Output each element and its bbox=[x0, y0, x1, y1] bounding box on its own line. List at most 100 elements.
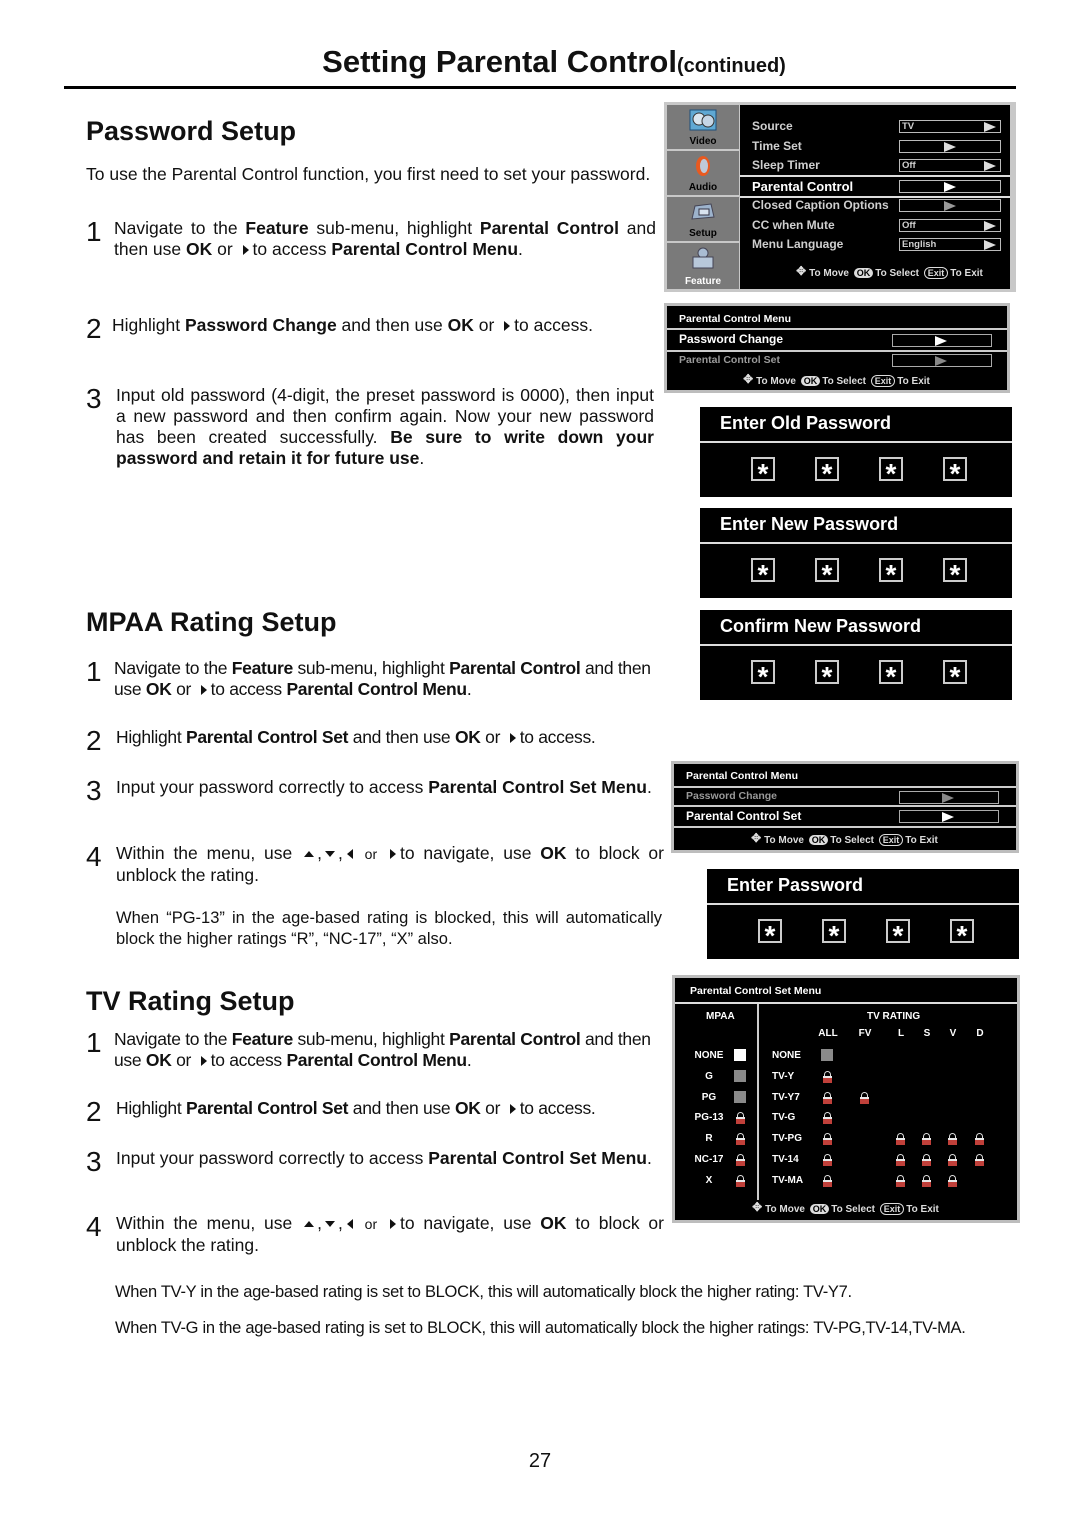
menu-item-cc-when-mute[interactable]: CC when Mute Off bbox=[740, 216, 1010, 235]
lock-icon[interactable] bbox=[896, 1154, 905, 1166]
lock-body bbox=[823, 1075, 832, 1083]
lock-icon[interactable] bbox=[823, 1070, 832, 1083]
menu-item-password-change[interactable]: Password Change bbox=[667, 332, 1007, 350]
setup-icon bbox=[691, 203, 715, 220]
divider bbox=[674, 826, 1016, 828]
tv-rating-header: TV RATING bbox=[867, 1011, 921, 1022]
menu-item-closed-caption[interactable]: Closed Caption Options bbox=[740, 196, 1010, 215]
confirm-new-password-dialog: Confirm New Password * * * * bbox=[700, 610, 1012, 700]
lock-icon[interactable] bbox=[736, 1174, 745, 1187]
step-number: 1 bbox=[86, 656, 102, 687]
dialog-title: Confirm New Password bbox=[720, 616, 922, 636]
tv-column-header: V bbox=[949, 1028, 957, 1039]
value-box bbox=[899, 180, 1001, 193]
mpaa-header: MPAA bbox=[706, 1011, 735, 1022]
lock-icon[interactable] bbox=[823, 1112, 832, 1125]
menu-item-menu-language[interactable]: Menu Language English bbox=[740, 235, 1010, 254]
mpaa-rating-label: R bbox=[705, 1133, 713, 1145]
right-arrow-icon bbox=[504, 321, 511, 331]
lock-icon[interactable] bbox=[736, 1154, 745, 1166]
lock-icon[interactable] bbox=[823, 1174, 832, 1187]
lock-icon[interactable] bbox=[948, 1174, 957, 1187]
password-digit-2[interactable]: * bbox=[815, 457, 839, 489]
tab-feature[interactable]: Feature bbox=[667, 243, 739, 289]
lock-icon[interactable] bbox=[736, 1112, 745, 1125]
step-text: Navigate to the Feature sub-menu, highli… bbox=[114, 218, 656, 259]
tv-note-2: When TV-G in the age-based rating is set… bbox=[115, 1319, 966, 1337]
lock-icon[interactable] bbox=[860, 1091, 869, 1104]
password-digit-3[interactable]: * bbox=[886, 919, 910, 951]
ok-key-icon: OK bbox=[809, 1204, 830, 1214]
lock-icon[interactable] bbox=[922, 1133, 931, 1146]
step-number: 3 bbox=[86, 775, 102, 806]
mpaa-rating-label: X bbox=[705, 1174, 713, 1186]
menu-item-sleep-timer[interactable]: Sleep Timer Off bbox=[740, 156, 1010, 175]
divider bbox=[700, 644, 1012, 646]
lock-icon[interactable] bbox=[823, 1091, 832, 1104]
password-digit-4[interactable]: * bbox=[950, 919, 974, 951]
tab-audio[interactable]: Audio bbox=[667, 151, 739, 197]
value-box bbox=[892, 334, 992, 347]
exit-key-icon: Exit bbox=[878, 834, 904, 846]
password-digit-1[interactable]: * bbox=[751, 457, 775, 489]
dialog-title: Enter Old Password bbox=[720, 413, 892, 433]
page-number: 27 bbox=[528, 1450, 552, 1472]
lock-icon[interactable] bbox=[975, 1133, 984, 1146]
lock-icon[interactable] bbox=[922, 1174, 931, 1187]
lock-body bbox=[823, 1117, 832, 1125]
lock-body bbox=[896, 1159, 905, 1166]
tab-video[interactable]: Video bbox=[667, 105, 739, 151]
menu-item-parental-control[interactable]: Parental Control bbox=[740, 175, 1010, 198]
dialog-title: Enter New Password bbox=[720, 514, 899, 534]
password-digit-4[interactable]: * bbox=[943, 660, 967, 692]
mpaa-checkbox[interactable] bbox=[734, 1090, 746, 1103]
enter-password-dialog: Enter Password * * * * bbox=[707, 869, 1019, 959]
lock-icon[interactable] bbox=[975, 1154, 984, 1166]
value-box bbox=[899, 791, 999, 804]
step-number: 2 bbox=[86, 725, 102, 756]
password-digit-1[interactable]: * bbox=[758, 919, 782, 951]
menu-sidebar: Video Audio Setup Feature bbox=[667, 105, 739, 289]
password-digit-1[interactable]: * bbox=[751, 660, 775, 692]
password-digit-3[interactable]: * bbox=[879, 660, 903, 692]
tv-checkbox[interactable] bbox=[821, 1049, 833, 1061]
title-rule bbox=[64, 86, 1016, 89]
password-digit-2[interactable]: * bbox=[815, 558, 839, 590]
mpaa-checkbox[interactable] bbox=[734, 1049, 746, 1061]
right-arrow-icon bbox=[509, 733, 516, 743]
right-arrow-icon bbox=[984, 122, 996, 132]
right-arrow-icon bbox=[944, 182, 956, 192]
password-digit-2[interactable]: * bbox=[822, 919, 846, 951]
tv-column-header: ALL bbox=[818, 1028, 838, 1039]
menu-item-source[interactable]: Source TV bbox=[740, 117, 1010, 136]
lock-icon[interactable] bbox=[736, 1133, 745, 1146]
hint-bar: To Move OKTo Select ExitTo Exit bbox=[675, 1200, 1017, 1215]
password-digit-3[interactable]: * bbox=[879, 558, 903, 590]
tv-column-header: D bbox=[976, 1028, 984, 1039]
password-digit-2[interactable]: * bbox=[815, 660, 839, 692]
password-digit-3[interactable]: * bbox=[879, 457, 903, 489]
password-digit-4[interactable]: * bbox=[943, 457, 967, 489]
lock-body bbox=[896, 1179, 905, 1187]
tv-rating-label: TV-MA bbox=[772, 1174, 804, 1186]
up-arrow-icon bbox=[304, 1221, 315, 1227]
menu-item-time-set[interactable]: Time Set bbox=[740, 137, 1010, 156]
password-digit-1[interactable]: * bbox=[751, 558, 775, 590]
password-digit-4[interactable]: * bbox=[943, 558, 967, 590]
mpaa-checkbox[interactable] bbox=[734, 1069, 746, 1082]
lock-icon[interactable] bbox=[896, 1174, 905, 1187]
step-number: 3 bbox=[86, 383, 102, 414]
lock-icon[interactable] bbox=[948, 1154, 957, 1166]
lock-icon[interactable] bbox=[896, 1133, 905, 1146]
right-arrow-icon bbox=[935, 336, 947, 346]
lock-icon[interactable] bbox=[948, 1133, 957, 1146]
lock-icon[interactable] bbox=[922, 1154, 931, 1166]
ok-key-icon: OK bbox=[808, 835, 829, 845]
move-icon bbox=[743, 372, 754, 386]
lock-icon[interactable] bbox=[823, 1154, 832, 1166]
right-arrow-icon bbox=[984, 221, 996, 231]
password-setup-heading: Password Setup bbox=[86, 116, 297, 146]
page-title: Setting Parental Control(continued) bbox=[28, 44, 1080, 80]
tab-setup[interactable]: Setup bbox=[667, 197, 739, 243]
lock-icon[interactable] bbox=[823, 1133, 832, 1146]
